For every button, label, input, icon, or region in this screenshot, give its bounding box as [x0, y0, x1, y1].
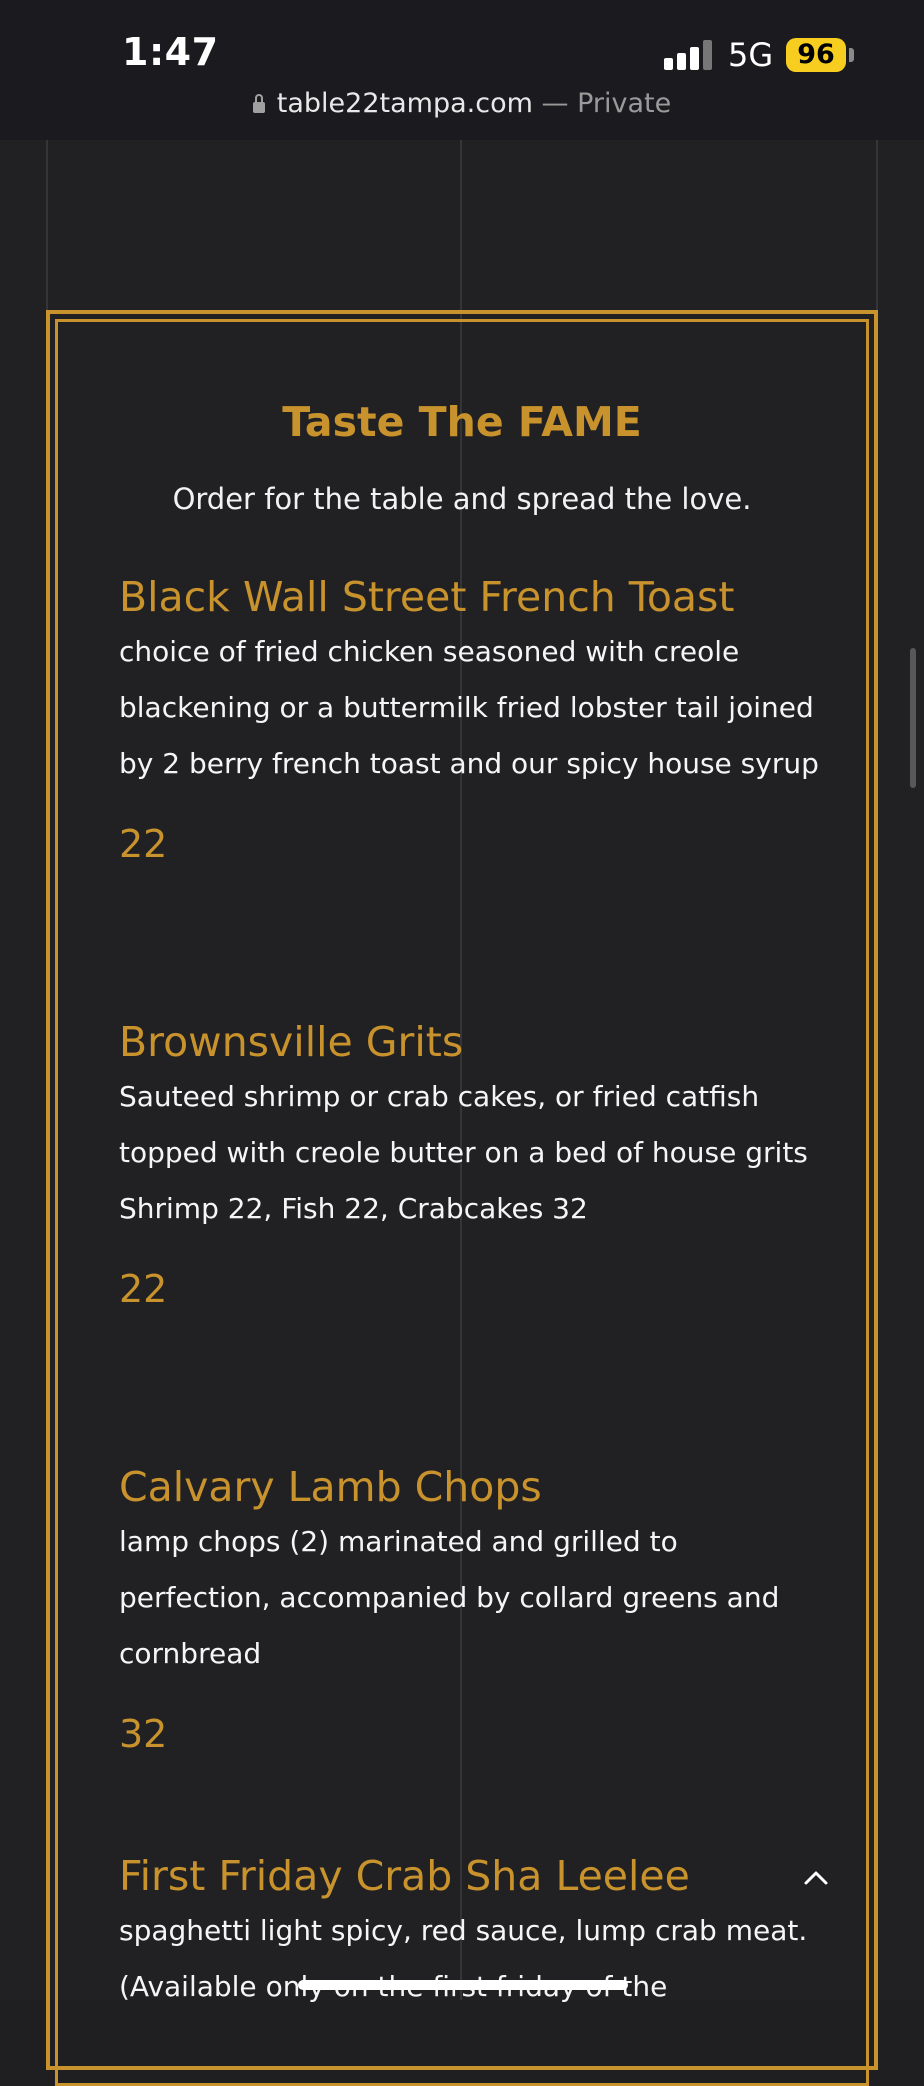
menu-item: First Friday Crab Sha Leelee spaghetti l…: [119, 1851, 819, 2015]
private-label: — Private: [541, 88, 672, 119]
menu-item-name: First Friday Crab Sha Leelee: [119, 1852, 690, 1900]
cellular-signal-icon: [664, 40, 714, 70]
home-indicator[interactable]: [298, 1980, 628, 1990]
menu-item: Calvary Lamb Chops lamp chops (2) marina…: [119, 1462, 819, 1756]
page-content: Taste The FAME Order for the table and s…: [0, 140, 924, 2086]
status-time: 1:47: [122, 30, 219, 74]
section-subtitle: Order for the table and spread the love.: [172, 482, 752, 516]
menu-item-price: 22: [119, 1267, 168, 1311]
battery-indicator: 96: [786, 38, 846, 72]
menu-item-name: Calvary Lamb Chops: [119, 1463, 542, 1511]
url-bar[interactable]: table22tampa.com — Private: [0, 88, 924, 119]
menu-item-name: Black Wall Street French Toast: [119, 573, 735, 621]
menu-item: Black Wall Street French Toast choice of…: [119, 572, 819, 866]
section-title: Taste The FAME: [282, 398, 642, 446]
menu-item-description: choice of fried chicken seasoned with cr…: [119, 635, 819, 780]
menu-item-price: 32: [119, 1712, 168, 1756]
url-text: table22tampa.com: [276, 88, 533, 119]
menu-item-description: Sauteed shrimp or crab cakes, or fried c…: [119, 1080, 808, 1169]
menu-item-description: spaghetti light spicy, red sauce, lump c…: [119, 1914, 808, 2003]
menu-item: Brownsville Grits Sauteed shrimp or crab…: [119, 1017, 819, 1311]
menu-item-name: Brownsville Grits: [119, 1018, 464, 1066]
network-type: 5G: [728, 36, 774, 74]
scrollbar[interactable]: [910, 648, 916, 788]
status-bar: 1:47 5G 96 table22tampa.com — Private: [0, 0, 924, 140]
menu-item-price-options: Shrimp 22, Fish 22, Crabcakes 32: [119, 1192, 588, 1225]
menu-item-price: 22: [119, 822, 168, 866]
battery-tip: [849, 48, 854, 62]
lock-icon: [252, 94, 265, 113]
chevron-up-icon[interactable]: [800, 1862, 832, 1894]
menu-item-description: lamp chops (2) marinated and grilled to …: [119, 1525, 780, 1670]
